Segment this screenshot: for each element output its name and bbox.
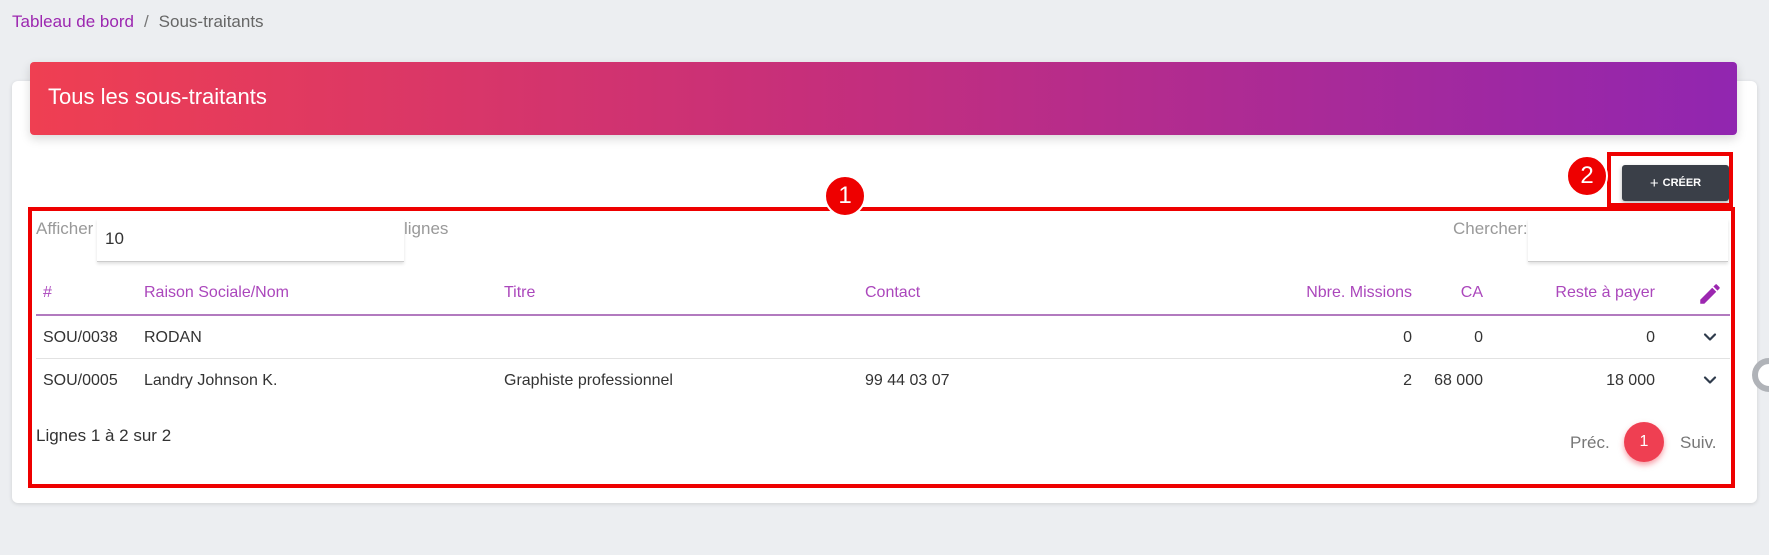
breadcrumb-separator: / [143, 12, 149, 31]
annotation-marker-2: 2 [1566, 155, 1608, 197]
breadcrumb-home-link[interactable]: Tableau de bord [12, 12, 134, 31]
page-title: Tous les sous-traitants [48, 84, 267, 109]
annotation-box-create [1607, 152, 1733, 207]
annotation-marker-1: 1 [824, 175, 866, 217]
breadcrumb: Tableau de bord / Sous-traitants [12, 12, 264, 32]
breadcrumb-current: Sous-traitants [158, 12, 264, 31]
annotation-box-table [28, 207, 1735, 488]
card-header: Tous les sous-traitants [30, 62, 1737, 135]
